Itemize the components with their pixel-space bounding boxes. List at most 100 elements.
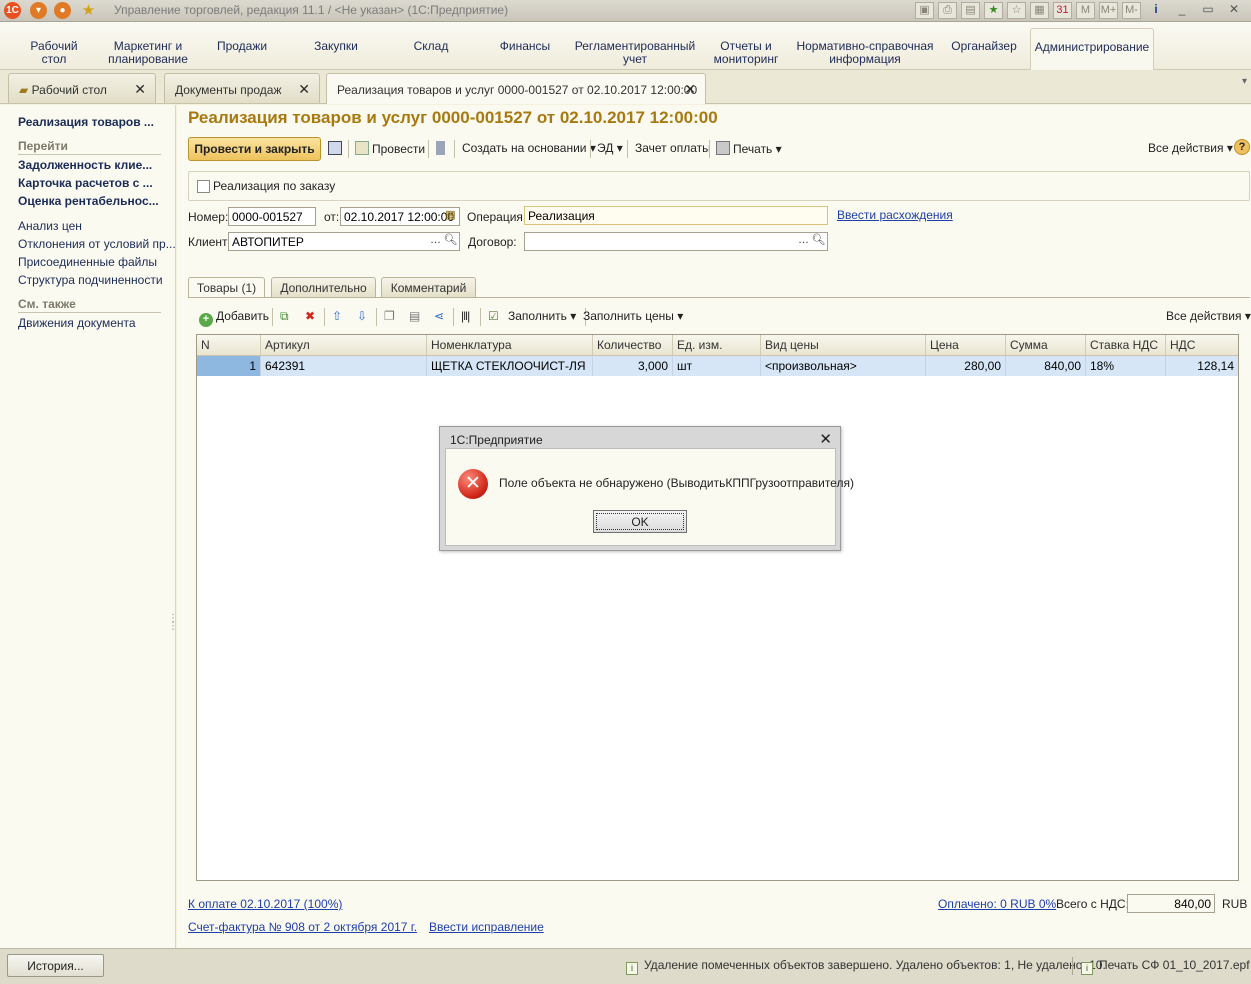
section-reference-info[interactable]: Нормативно-справочная информация — [796, 28, 934, 70]
table-row[interactable]: 1 642391 ЩЕТКА СТЕКЛООЧИСТ-ЛЯ 3,000 шт <… — [197, 356, 1238, 376]
copy-row-icon[interactable]: ⧉ — [280, 309, 289, 324]
memory-m-icon[interactable]: M — [1076, 2, 1095, 19]
search-icon[interactable]: 🔍︎ — [443, 234, 458, 249]
pick-icon[interactable]: ☑ — [488, 309, 499, 323]
all-actions-menu[interactable]: Все действия ▾ — [1148, 141, 1233, 155]
by-order-checkbox[interactable] — [197, 180, 210, 193]
client-field[interactable]: АВТОПИТЕР … 🔍︎ — [228, 232, 460, 251]
favorites-star-icon[interactable]: ★ — [80, 2, 97, 19]
table-cell[interactable]: 840,00 — [1006, 356, 1086, 376]
tabs-scroll-icon[interactable]: ▾ — [1242, 76, 1247, 87]
close-tab-icon[interactable]: ✕ — [134, 81, 146, 98]
add-favorite-icon[interactable]: ★ — [984, 2, 1003, 19]
select-ellipsis-icon[interactable]: … — [428, 234, 443, 249]
fill-prices-menu[interactable]: Заполнить цены ▾ — [583, 309, 683, 323]
section-reports[interactable]: Отчеты и мониторинг — [706, 28, 786, 70]
barcode-icon[interactable]: |‖| — [461, 309, 470, 323]
table-cell[interactable]: 18% — [1086, 356, 1166, 376]
column-header[interactable]: Вид цены — [761, 335, 926, 356]
main-menu-icon[interactable]: ▾ — [30, 2, 47, 19]
column-header[interactable]: N — [197, 335, 261, 356]
maximize-icon[interactable]: ▭ — [1197, 2, 1219, 19]
tab-additional[interactable]: Дополнительно — [271, 277, 376, 297]
nav-item-profitability[interactable]: Оценка рентабельнос... — [18, 194, 159, 208]
add-row-button[interactable]: + Добавить — [199, 309, 269, 327]
payment-offset-button[interactable]: Зачет оплаты — [635, 141, 711, 155]
table-cell[interactable]: 128,14 — [1166, 356, 1238, 376]
column-header[interactable]: НДС — [1166, 335, 1238, 356]
paste-icon[interactable]: ▤ — [409, 309, 420, 323]
status-message[interactable]: i Удаление помеченных объектов завершено.… — [626, 958, 1106, 975]
info-icon[interactable]: i — [1145, 2, 1167, 19]
nav-item-attached-files[interactable]: Присоединенные файлы — [18, 255, 157, 269]
table-cell[interactable]: шт — [673, 356, 761, 376]
payment-schedule-link[interactable]: К оплате 02.10.2017 (100%) — [188, 897, 342, 911]
table-cell[interactable]: 280,00 — [926, 356, 1006, 376]
table-all-actions-menu[interactable]: Все действия ▾ — [1166, 309, 1251, 323]
nav-item-document-movements[interactable]: Движения документа — [18, 316, 136, 330]
column-header[interactable]: Количество — [593, 335, 673, 356]
section-purchases[interactable]: Закупки — [300, 28, 372, 70]
close-icon[interactable]: ✕ — [1223, 2, 1245, 19]
nav-item-deviations[interactable]: Отклонения от условий пр... — [18, 237, 176, 251]
nav-item-price-analysis[interactable]: Анализ цен — [18, 219, 82, 233]
section-sales[interactable]: Продажи — [206, 28, 278, 70]
column-header[interactable]: Сумма — [1006, 335, 1086, 356]
post-button[interactable]: Провести — [355, 141, 425, 156]
enter-correction-link[interactable]: Ввести исправление — [429, 920, 544, 934]
tab-sales-document[interactable]: Реализация товаров и услуг 0000-001527 о… — [326, 73, 706, 104]
table-cell[interactable]: ЩЕТКА СТЕКЛООЧИСТ-ЛЯ — [427, 356, 593, 376]
section-warehouse[interactable]: Склад — [396, 28, 466, 70]
move-down-icon[interactable]: ⇩ — [357, 309, 367, 323]
contract-field[interactable]: … 🔍︎ — [524, 232, 828, 251]
favorites-icon[interactable]: ☆ — [1007, 2, 1026, 19]
memory-mplus-icon[interactable]: M+ — [1099, 2, 1118, 19]
column-header[interactable]: Ставка НДС — [1086, 335, 1166, 356]
search-icon[interactable]: 🔍︎ — [811, 234, 826, 249]
table-cell[interactable]: 1 — [197, 356, 261, 376]
section-organizer[interactable]: Органайзер — [946, 28, 1022, 70]
move-up-icon[interactable]: ⇧ — [332, 309, 342, 323]
print-icon[interactable]: ⎙ — [938, 2, 957, 19]
nav-item-structure[interactable]: Структура подчиненности — [18, 273, 163, 287]
calculator-icon[interactable]: ▦ — [1030, 2, 1049, 19]
column-header[interactable]: Ед. изм. — [673, 335, 761, 356]
tab-comment[interactable]: Комментарий — [381, 277, 476, 297]
select-ellipsis-icon[interactable]: … — [796, 234, 811, 249]
invoice-link[interactable]: Счет-фактура № 908 от 2 октября 2017 г. — [188, 920, 417, 934]
table-cell[interactable]: <произвольная> — [761, 356, 926, 376]
print-menu[interactable]: Печать ▾ — [716, 141, 782, 156]
section-administration[interactable]: Администрирование — [1030, 28, 1154, 70]
fill-menu[interactable]: Заполнить ▾ — [508, 309, 576, 323]
close-tab-icon[interactable]: ✕ — [684, 81, 696, 98]
memory-mminus-icon[interactable]: M- — [1122, 2, 1141, 19]
share-icon[interactable]: ⋖ — [434, 309, 444, 323]
column-header[interactable]: Номенклатура — [427, 335, 593, 356]
operation-field[interactable]: Реализация — [524, 206, 828, 225]
nav-item-settlements-card[interactable]: Карточка расчетов с ... — [18, 176, 153, 190]
calendar-icon[interactable]: ▦ — [443, 209, 458, 224]
history-button[interactable]: История... — [7, 954, 104, 977]
tab-sales-documents[interactable]: Документы продаж ✕ — [164, 73, 320, 103]
dialog-close-icon[interactable]: ✕ — [819, 430, 832, 448]
nav-main-document[interactable]: Реализация товаров ... — [18, 115, 154, 129]
minimize-icon[interactable]: _ — [1171, 2, 1193, 19]
section-finance[interactable]: Финансы — [488, 28, 562, 70]
enter-discrepancies-link[interactable]: Ввести расхождения — [837, 208, 953, 222]
ed-menu[interactable]: ЭД ▾ — [597, 141, 623, 155]
status-message-print[interactable]: i Печать СФ 01_10_2017.epf — [1081, 958, 1250, 975]
date-field[interactable]: 02.10.2017 12:00:00 ▦ — [340, 207, 460, 226]
calendar-icon[interactable]: 31 — [1053, 2, 1072, 19]
nav-item-debt[interactable]: Задолженность клие... — [18, 158, 152, 172]
ok-button[interactable]: OK — [593, 510, 687, 533]
section-regulated-accounting[interactable]: Регламентированный учет — [574, 28, 696, 70]
close-tab-icon[interactable]: ✕ — [298, 81, 310, 98]
column-header[interactable]: Цена — [926, 335, 1006, 356]
copy-icon[interactable]: ❐ — [384, 309, 395, 323]
table-cell[interactable]: 3,000 — [593, 356, 673, 376]
tab-goods[interactable]: Товары (1) — [188, 277, 265, 298]
section-marketing[interactable]: Маркетинг и планирование — [100, 28, 196, 70]
save-icon[interactable]: ▣ — [915, 2, 934, 19]
tab-desktop[interactable]: ▰ Рабочий стол ✕ — [8, 73, 156, 103]
number-field[interactable]: 0000-001527 — [228, 207, 316, 226]
